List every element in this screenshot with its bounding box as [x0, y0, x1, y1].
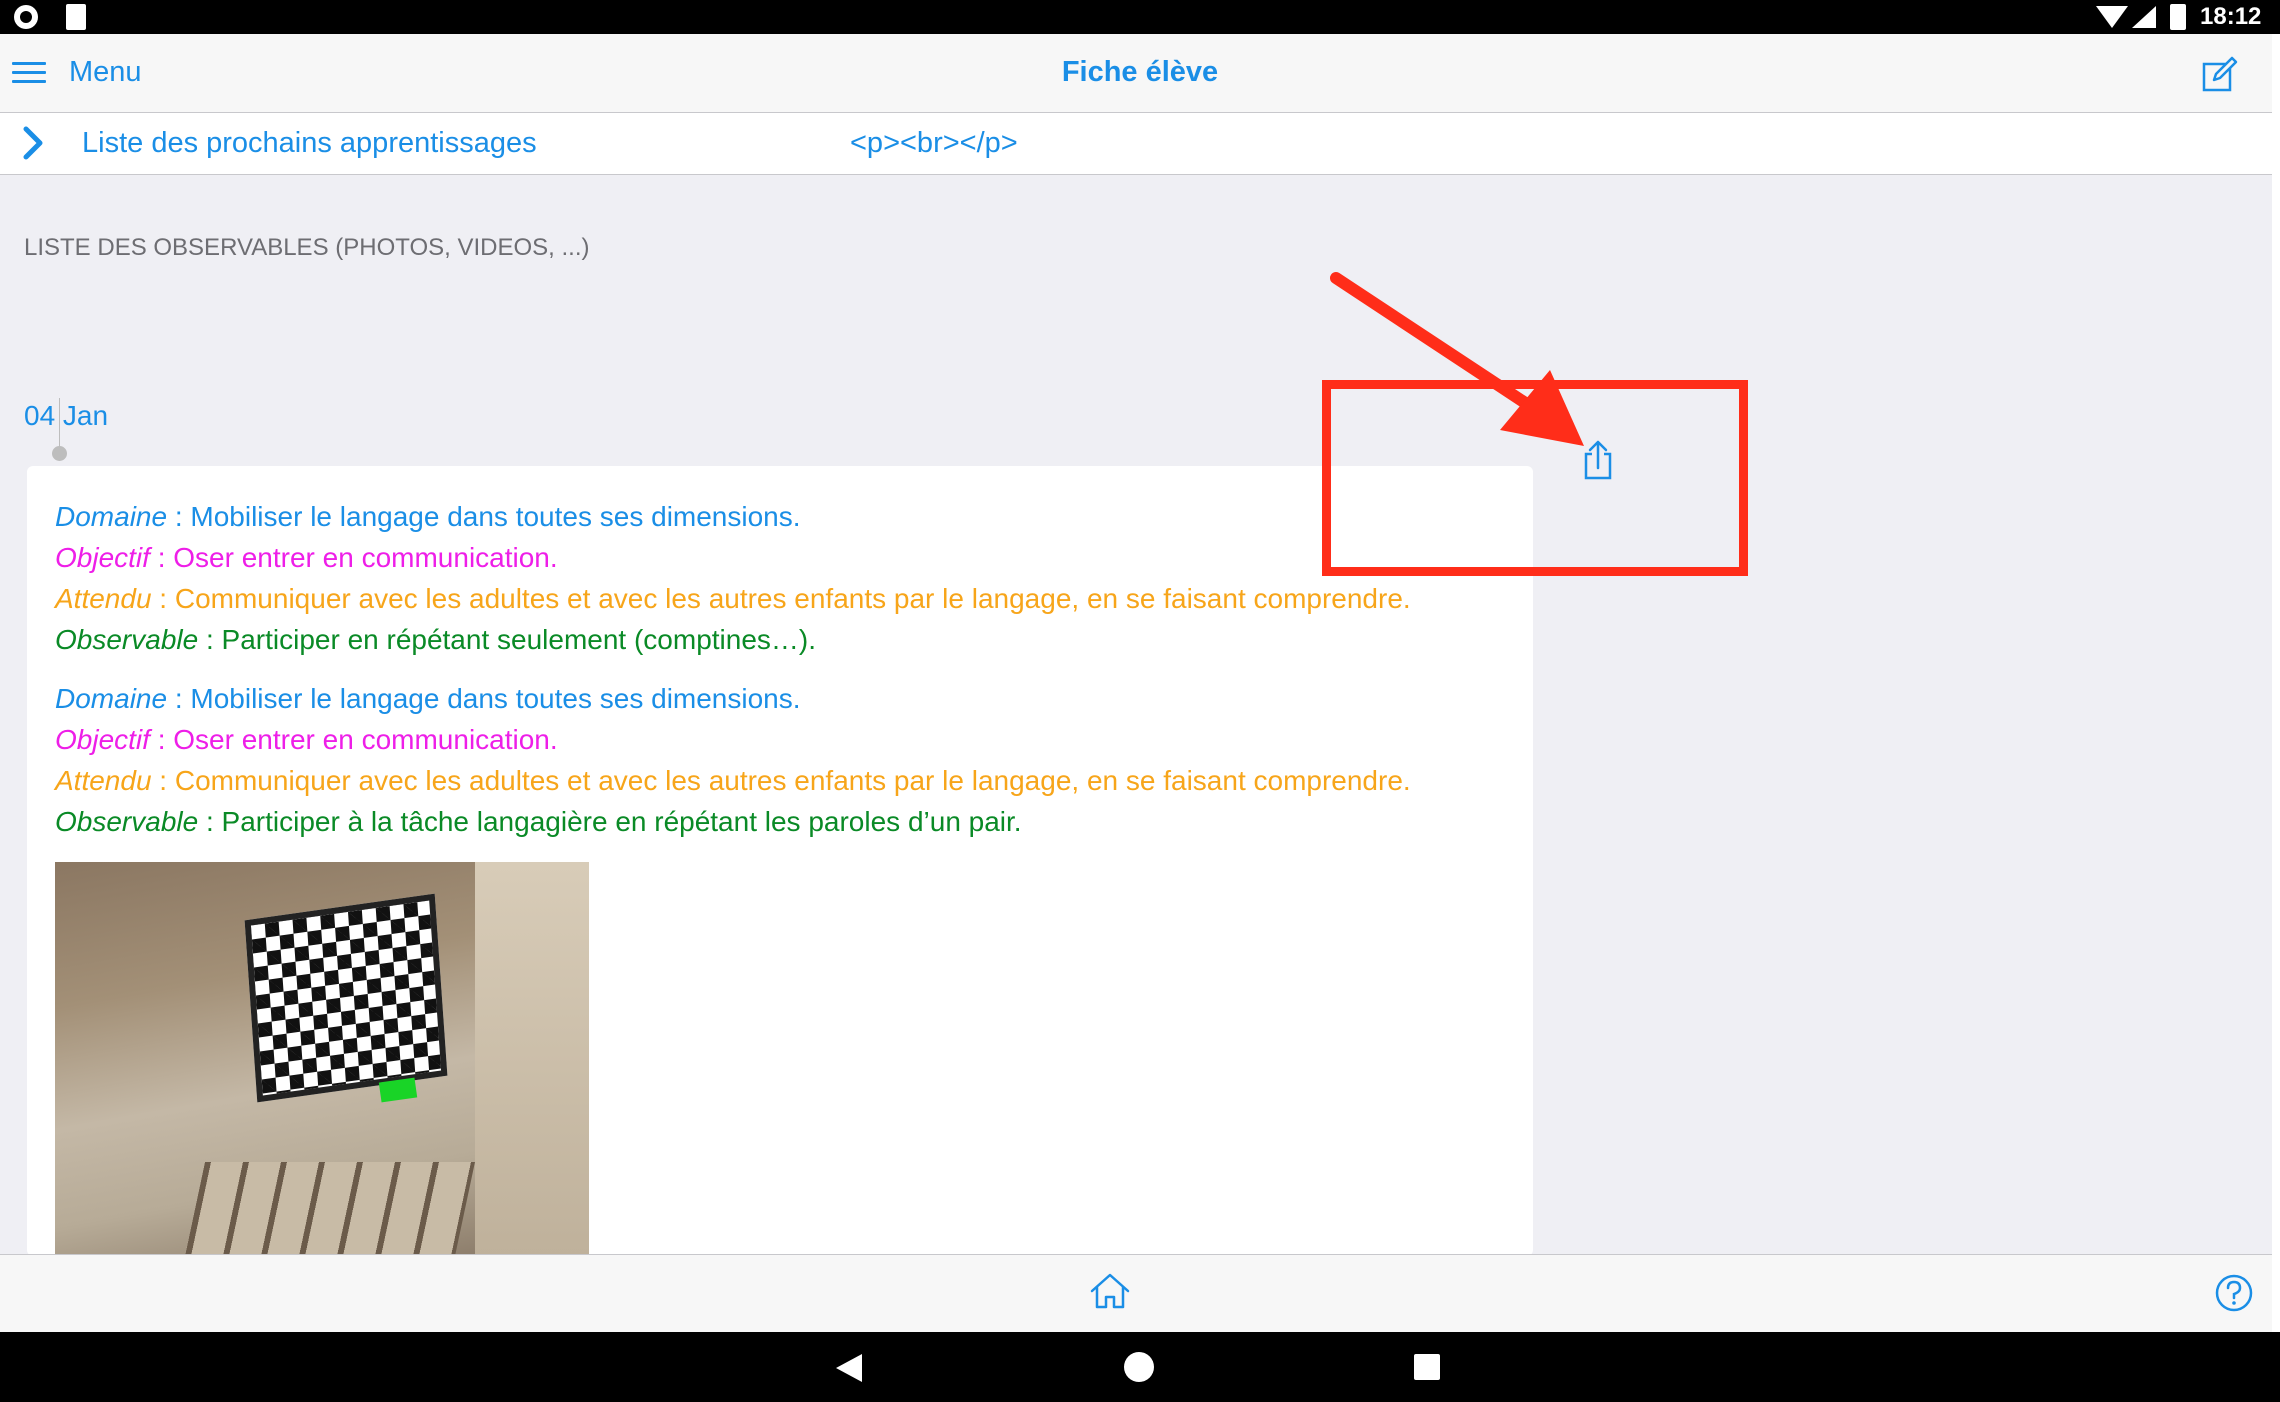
objectif-line: Objectif : Oser entrer en communication.: [55, 724, 558, 755]
observation-photo[interactable]: [55, 862, 589, 1256]
right-edge: [2272, 34, 2280, 1332]
attendu-line: Attendu : Communiquer avec les adultes e…: [55, 583, 1411, 614]
next-learning-label: Liste des prochains apprentissages: [82, 127, 537, 159]
signal-icon: [2132, 6, 2156, 28]
status-bar: 18:12: [0, 0, 2280, 34]
help-icon[interactable]: [2214, 1273, 2254, 1313]
edit-icon[interactable]: [2200, 54, 2240, 94]
navigation-bar: Menu Fiche élève: [0, 34, 2280, 113]
page-title: Fiche élève: [1061, 56, 1219, 88]
wifi-icon: [2096, 6, 2128, 28]
system-navigation-bar: [0, 1332, 2280, 1402]
attendu-line: Attendu : Communiquer avec les adultes e…: [55, 765, 1411, 796]
recent-apps-icon[interactable]: [1414, 1354, 1440, 1380]
timeline-dot: [52, 446, 67, 461]
timeline-date: 04 Jan: [24, 400, 109, 431]
domaine-line: Domaine : Mobiliser le langage dans tout…: [55, 501, 801, 532]
domaine-line: Domaine : Mobiliser le langage dans tout…: [55, 683, 801, 714]
observable-line: Observable : Participer en répétant seul…: [55, 624, 817, 655]
tab-bar: [0, 1254, 2272, 1333]
system-home-icon[interactable]: [1124, 1352, 1154, 1382]
sd-card-icon: [66, 4, 86, 30]
chevron-right-icon: [23, 126, 43, 160]
back-icon[interactable]: [836, 1354, 862, 1382]
notification-icon: [14, 5, 38, 29]
observable-line: Observable : Participer à la tâche langa…: [55, 806, 1022, 837]
status-time: 18:12: [2200, 3, 2262, 30]
battery-icon: [2170, 4, 2186, 30]
next-learning-value: <p><br></p>: [850, 127, 1018, 159]
annotation-box: [1322, 380, 1748, 576]
observation-entry: Domaine : Mobiliser le langage dans tout…: [55, 496, 1411, 660]
home-icon[interactable]: [1088, 1269, 1132, 1313]
timeline-line: [59, 398, 60, 448]
checkerboard: [244, 893, 448, 1103]
next-learning-row[interactable]: Liste des prochains apprentissages <p><b…: [0, 113, 2272, 175]
observation-card: Domaine : Mobiliser le langage dans tout…: [27, 466, 1533, 1256]
objectif-line: Objectif : Oser entrer en communication.: [55, 542, 558, 573]
section-title: LISTE DES OBSERVABLES (PHOTOS, VIDEOS, .…: [24, 234, 590, 261]
observation-entry: Domaine : Mobiliser le langage dans tout…: [55, 678, 1411, 842]
